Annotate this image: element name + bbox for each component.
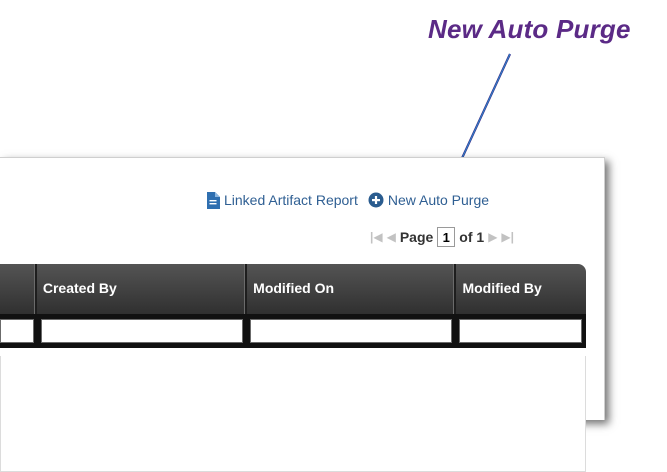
filter-input-modified-by[interactable] bbox=[459, 319, 582, 343]
filter-input-modified-on[interactable] bbox=[250, 319, 452, 343]
grid-header: Created By Modified On Modified By bbox=[0, 264, 586, 314]
column-header-created-by[interactable]: Created By bbox=[37, 264, 244, 314]
callout-title: New Auto Purge bbox=[428, 14, 631, 44]
plus-circle-icon bbox=[368, 192, 384, 208]
auto-purge-panel: Linked Artifact Report New Auto Purge |◀… bbox=[0, 157, 605, 472]
document-icon bbox=[206, 191, 220, 209]
new-auto-purge-label: New Auto Purge bbox=[387, 192, 490, 208]
grid-body bbox=[0, 356, 586, 472]
toolbar: Linked Artifact Report New Auto Purge bbox=[206, 190, 489, 210]
column-header-truncated[interactable] bbox=[0, 264, 34, 314]
page-of-label: of 1 bbox=[459, 229, 485, 245]
linked-artifact-report-label: Linked Artifact Report bbox=[224, 192, 358, 208]
first-page-icon[interactable]: |◀ bbox=[370, 230, 383, 244]
page-label: Page bbox=[399, 229, 434, 245]
new-auto-purge-link[interactable]: New Auto Purge bbox=[368, 192, 489, 208]
filter-row bbox=[0, 314, 586, 348]
column-header-modified-on[interactable]: Modified On bbox=[247, 264, 453, 314]
pager: |◀ ◀ Page of 1 ▶ ▶| bbox=[370, 226, 514, 248]
last-page-icon[interactable]: ▶| bbox=[501, 230, 514, 244]
linked-artifact-report-link[interactable]: Linked Artifact Report bbox=[206, 191, 358, 209]
page-number-input[interactable] bbox=[437, 227, 456, 247]
prev-page-icon[interactable]: ◀ bbox=[387, 230, 396, 244]
filter-input-truncated[interactable] bbox=[0, 319, 34, 343]
next-page-icon[interactable]: ▶ bbox=[488, 230, 497, 244]
data-grid: Created By Modified On Modified By bbox=[0, 264, 586, 472]
filter-input-created-by[interactable] bbox=[41, 319, 243, 343]
column-header-modified-by[interactable]: Modified By bbox=[456, 264, 586, 314]
